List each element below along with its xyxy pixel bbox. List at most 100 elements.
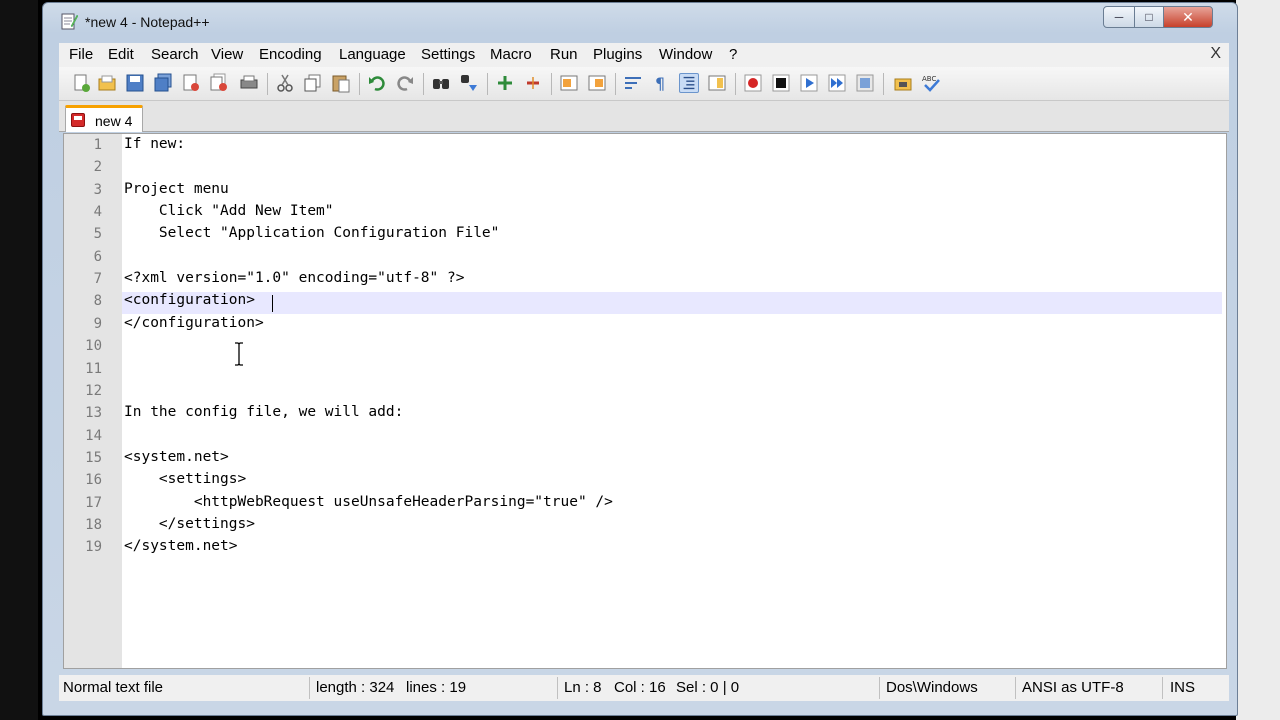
stop-macro-icon[interactable]	[771, 73, 791, 93]
toolbar-separator	[359, 73, 360, 95]
run-macro-multiple-icon[interactable]	[827, 73, 847, 93]
status-divider	[1015, 677, 1016, 699]
code-line[interactable]: <settings>	[124, 471, 246, 487]
status-encoding: ANSI as UTF-8	[1022, 679, 1124, 696]
close-document-button[interactable]: X	[1210, 45, 1221, 63]
indent-guide-icon[interactable]	[679, 73, 699, 93]
close-icon: ✕	[1182, 9, 1194, 25]
spell-check-icon[interactable]: ABC	[921, 73, 941, 93]
notepad-window: *new 4 - Notepad++ ─ □ ✕ File Edit Searc…	[42, 2, 1238, 716]
save-macro-icon[interactable]	[855, 73, 875, 93]
line-number: 18	[85, 516, 102, 533]
window-title: *new 4 - Notepad++	[85, 14, 210, 30]
status-divider	[1162, 677, 1163, 699]
line-number: 6	[93, 248, 102, 265]
status-length: length : 324	[316, 679, 395, 696]
toolbar-separator	[735, 73, 736, 95]
code-line[interactable]: </system.net>	[124, 538, 238, 554]
zoom-out-icon[interactable]	[523, 73, 543, 93]
background-left	[0, 0, 38, 720]
new-file-icon[interactable]	[71, 73, 91, 93]
menu-settings[interactable]: Settings	[421, 46, 475, 63]
line-number: 5	[93, 226, 102, 243]
zoom-in-icon[interactable]	[495, 73, 515, 93]
menu-encoding[interactable]: Encoding	[259, 46, 322, 63]
status-insert-mode: INS	[1170, 679, 1196, 696]
code-line[interactable]: <system.net>	[124, 449, 229, 465]
code-line[interactable]: <?xml version="1.0" encoding="utf-8" ?>	[124, 270, 464, 286]
line-number: 1	[93, 137, 102, 153]
open-file-icon[interactable]	[97, 73, 117, 93]
paste-icon[interactable]	[331, 73, 351, 93]
menu-plugins[interactable]: Plugins	[593, 46, 642, 63]
code-line[interactable]: Project menu	[124, 181, 229, 197]
print-icon[interactable]	[239, 73, 259, 93]
status-divider	[879, 677, 880, 699]
code-line[interactable]: Click "Add New Item"	[124, 203, 334, 219]
status-eol: Dos\Windows	[886, 679, 978, 696]
save-icon[interactable]	[125, 73, 145, 93]
code-line[interactable]: In the config file, we will add:	[124, 404, 403, 420]
undo-icon[interactable]	[367, 73, 387, 93]
code-line[interactable]: If new:	[124, 136, 185, 152]
notepad-app-icon	[61, 13, 78, 30]
code-line[interactable]: </configuration>	[124, 315, 264, 331]
line-number: 7	[93, 271, 102, 288]
play-macro-icon[interactable]	[799, 73, 819, 93]
close-file-icon[interactable]	[181, 73, 201, 93]
redo-icon[interactable]	[395, 73, 415, 93]
close-all-icon[interactable]	[209, 73, 229, 93]
line-number: 15	[85, 449, 102, 466]
toolbar-separator	[551, 73, 552, 95]
record-macro-icon[interactable]	[743, 73, 763, 93]
sync-horizontal-icon[interactable]	[587, 73, 607, 93]
tab-new-4[interactable]: new 4	[65, 105, 143, 132]
copy-icon[interactable]	[303, 73, 323, 93]
replace-icon[interactable]	[459, 73, 479, 93]
menu-view[interactable]: View	[211, 46, 243, 63]
text-caret	[272, 295, 273, 312]
code-line[interactable]: <configuration>	[124, 292, 255, 308]
menu-run[interactable]: Run	[550, 46, 578, 63]
menu-search[interactable]: Search	[151, 46, 199, 63]
status-lines: lines : 19	[406, 679, 467, 696]
minimize-button[interactable]: ─	[1103, 6, 1135, 28]
code-line[interactable]: </settings>	[124, 516, 255, 532]
status-divider	[309, 677, 310, 699]
line-number: 17	[85, 494, 102, 511]
line-number: 4	[93, 204, 102, 221]
ibeam-cursor-icon	[235, 342, 243, 366]
menu-edit[interactable]: Edit	[108, 46, 134, 63]
maximize-icon: □	[1145, 10, 1153, 24]
menu-window[interactable]: Window	[659, 46, 712, 63]
show-all-chars-icon[interactable]: ¶	[651, 73, 671, 93]
menu-bar: File Edit Search View Encoding Language …	[59, 43, 1229, 67]
toolbar-separator	[883, 73, 884, 95]
line-number: 11	[85, 360, 102, 377]
close-window-button[interactable]: ✕	[1163, 6, 1213, 28]
menu-macro[interactable]: Macro	[490, 46, 532, 63]
open-folder-icon[interactable]	[893, 73, 913, 93]
toolbar-separator	[423, 73, 424, 95]
menu-language[interactable]: Language	[339, 46, 406, 63]
tab-label: new 4	[95, 113, 133, 129]
word-wrap-icon[interactable]	[623, 73, 643, 93]
code-line[interactable]: Select "Application Configuration File"	[124, 225, 499, 241]
doc-map-icon[interactable]	[707, 73, 727, 93]
line-number: 12	[85, 382, 102, 399]
text-editor[interactable]: 1 2 3 4 5 6 7 8 9 10 11 12 13 14 15 16 17 18 19 If new: Pro…	[63, 133, 1227, 669]
status-file-type: Normal text file	[63, 679, 164, 696]
status-bar: Normal text file length : 324 lines : 19…	[59, 675, 1229, 701]
menu-help[interactable]: ?	[729, 46, 737, 63]
cut-icon[interactable]	[275, 73, 295, 93]
find-icon[interactable]	[431, 73, 451, 93]
sync-vertical-icon[interactable]	[559, 73, 579, 93]
save-all-icon[interactable]	[153, 73, 173, 93]
line-number: 14	[85, 427, 102, 444]
menu-file[interactable]: File	[69, 46, 93, 63]
code-line[interactable]: <httpWebRequest useUnsafeHeaderParsing="…	[124, 494, 613, 510]
minimize-icon: ─	[1114, 10, 1124, 24]
title-bar[interactable]: *new 4 - Notepad++ ─ □ ✕	[43, 3, 1237, 41]
maximize-button[interactable]: □	[1135, 6, 1163, 28]
toolbar-separator	[487, 73, 488, 95]
